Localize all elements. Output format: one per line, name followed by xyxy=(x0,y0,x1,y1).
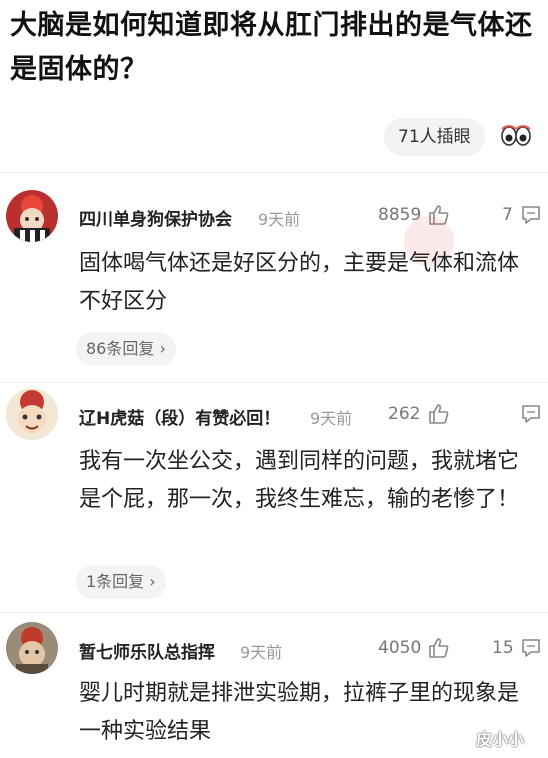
eyes-icon[interactable] xyxy=(500,124,532,148)
username[interactable]: 四川单身狗保护协会 xyxy=(79,205,232,230)
comment-count: 15 xyxy=(492,638,514,658)
views-label: 71人插眼 xyxy=(398,127,471,147)
like-count: 4050 xyxy=(378,638,422,658)
thumbs-up-icon[interactable] xyxy=(428,403,450,425)
replies-button[interactable]: 1条回复 › xyxy=(76,565,166,599)
question-title: 大脑是如何知道即将从肛门排出的是气体还是固体的？ xyxy=(10,10,533,85)
comment-text: 婴儿时期就是排泄实验期，拉裤子里的现象是一种实验结果 xyxy=(79,681,520,744)
divider xyxy=(0,172,548,173)
avatar[interactable] xyxy=(6,388,58,440)
thumbs-up-icon[interactable] xyxy=(428,637,450,659)
divider xyxy=(0,612,548,613)
comment-text: 我有一次坐公交，遇到同样的问题，我就堵它是个屁，那一次，我终生难忘，输的老惨了！ xyxy=(79,449,520,512)
replies-button[interactable]: 86条回复 › xyxy=(76,332,176,366)
comment-count: 7 xyxy=(502,205,513,225)
views-pill[interactable]: 71人插眼 xyxy=(384,118,485,156)
comment-bubble-icon[interactable] xyxy=(520,204,542,226)
timestamp: 9天前 xyxy=(258,210,301,229)
timestamp: 9天前 xyxy=(240,643,283,662)
comment-text: 固体喝气体还是好区分的，主要是气体和流体不好区分 xyxy=(79,251,520,314)
watermark: 皮小小 xyxy=(476,730,525,749)
like-count: 262 xyxy=(388,404,421,424)
timestamp: 9天前 xyxy=(310,409,353,428)
username[interactable]: 暂七师乐队总指挥 xyxy=(79,638,215,663)
username[interactable]: 辽H虎菇（段）有赞必回！ xyxy=(79,404,280,429)
divider xyxy=(0,382,548,383)
comment-bubble-icon[interactable] xyxy=(520,637,542,659)
avatar[interactable] xyxy=(6,190,58,242)
avatar[interactable] xyxy=(6,622,58,674)
comment-bubble-icon[interactable] xyxy=(520,403,542,425)
